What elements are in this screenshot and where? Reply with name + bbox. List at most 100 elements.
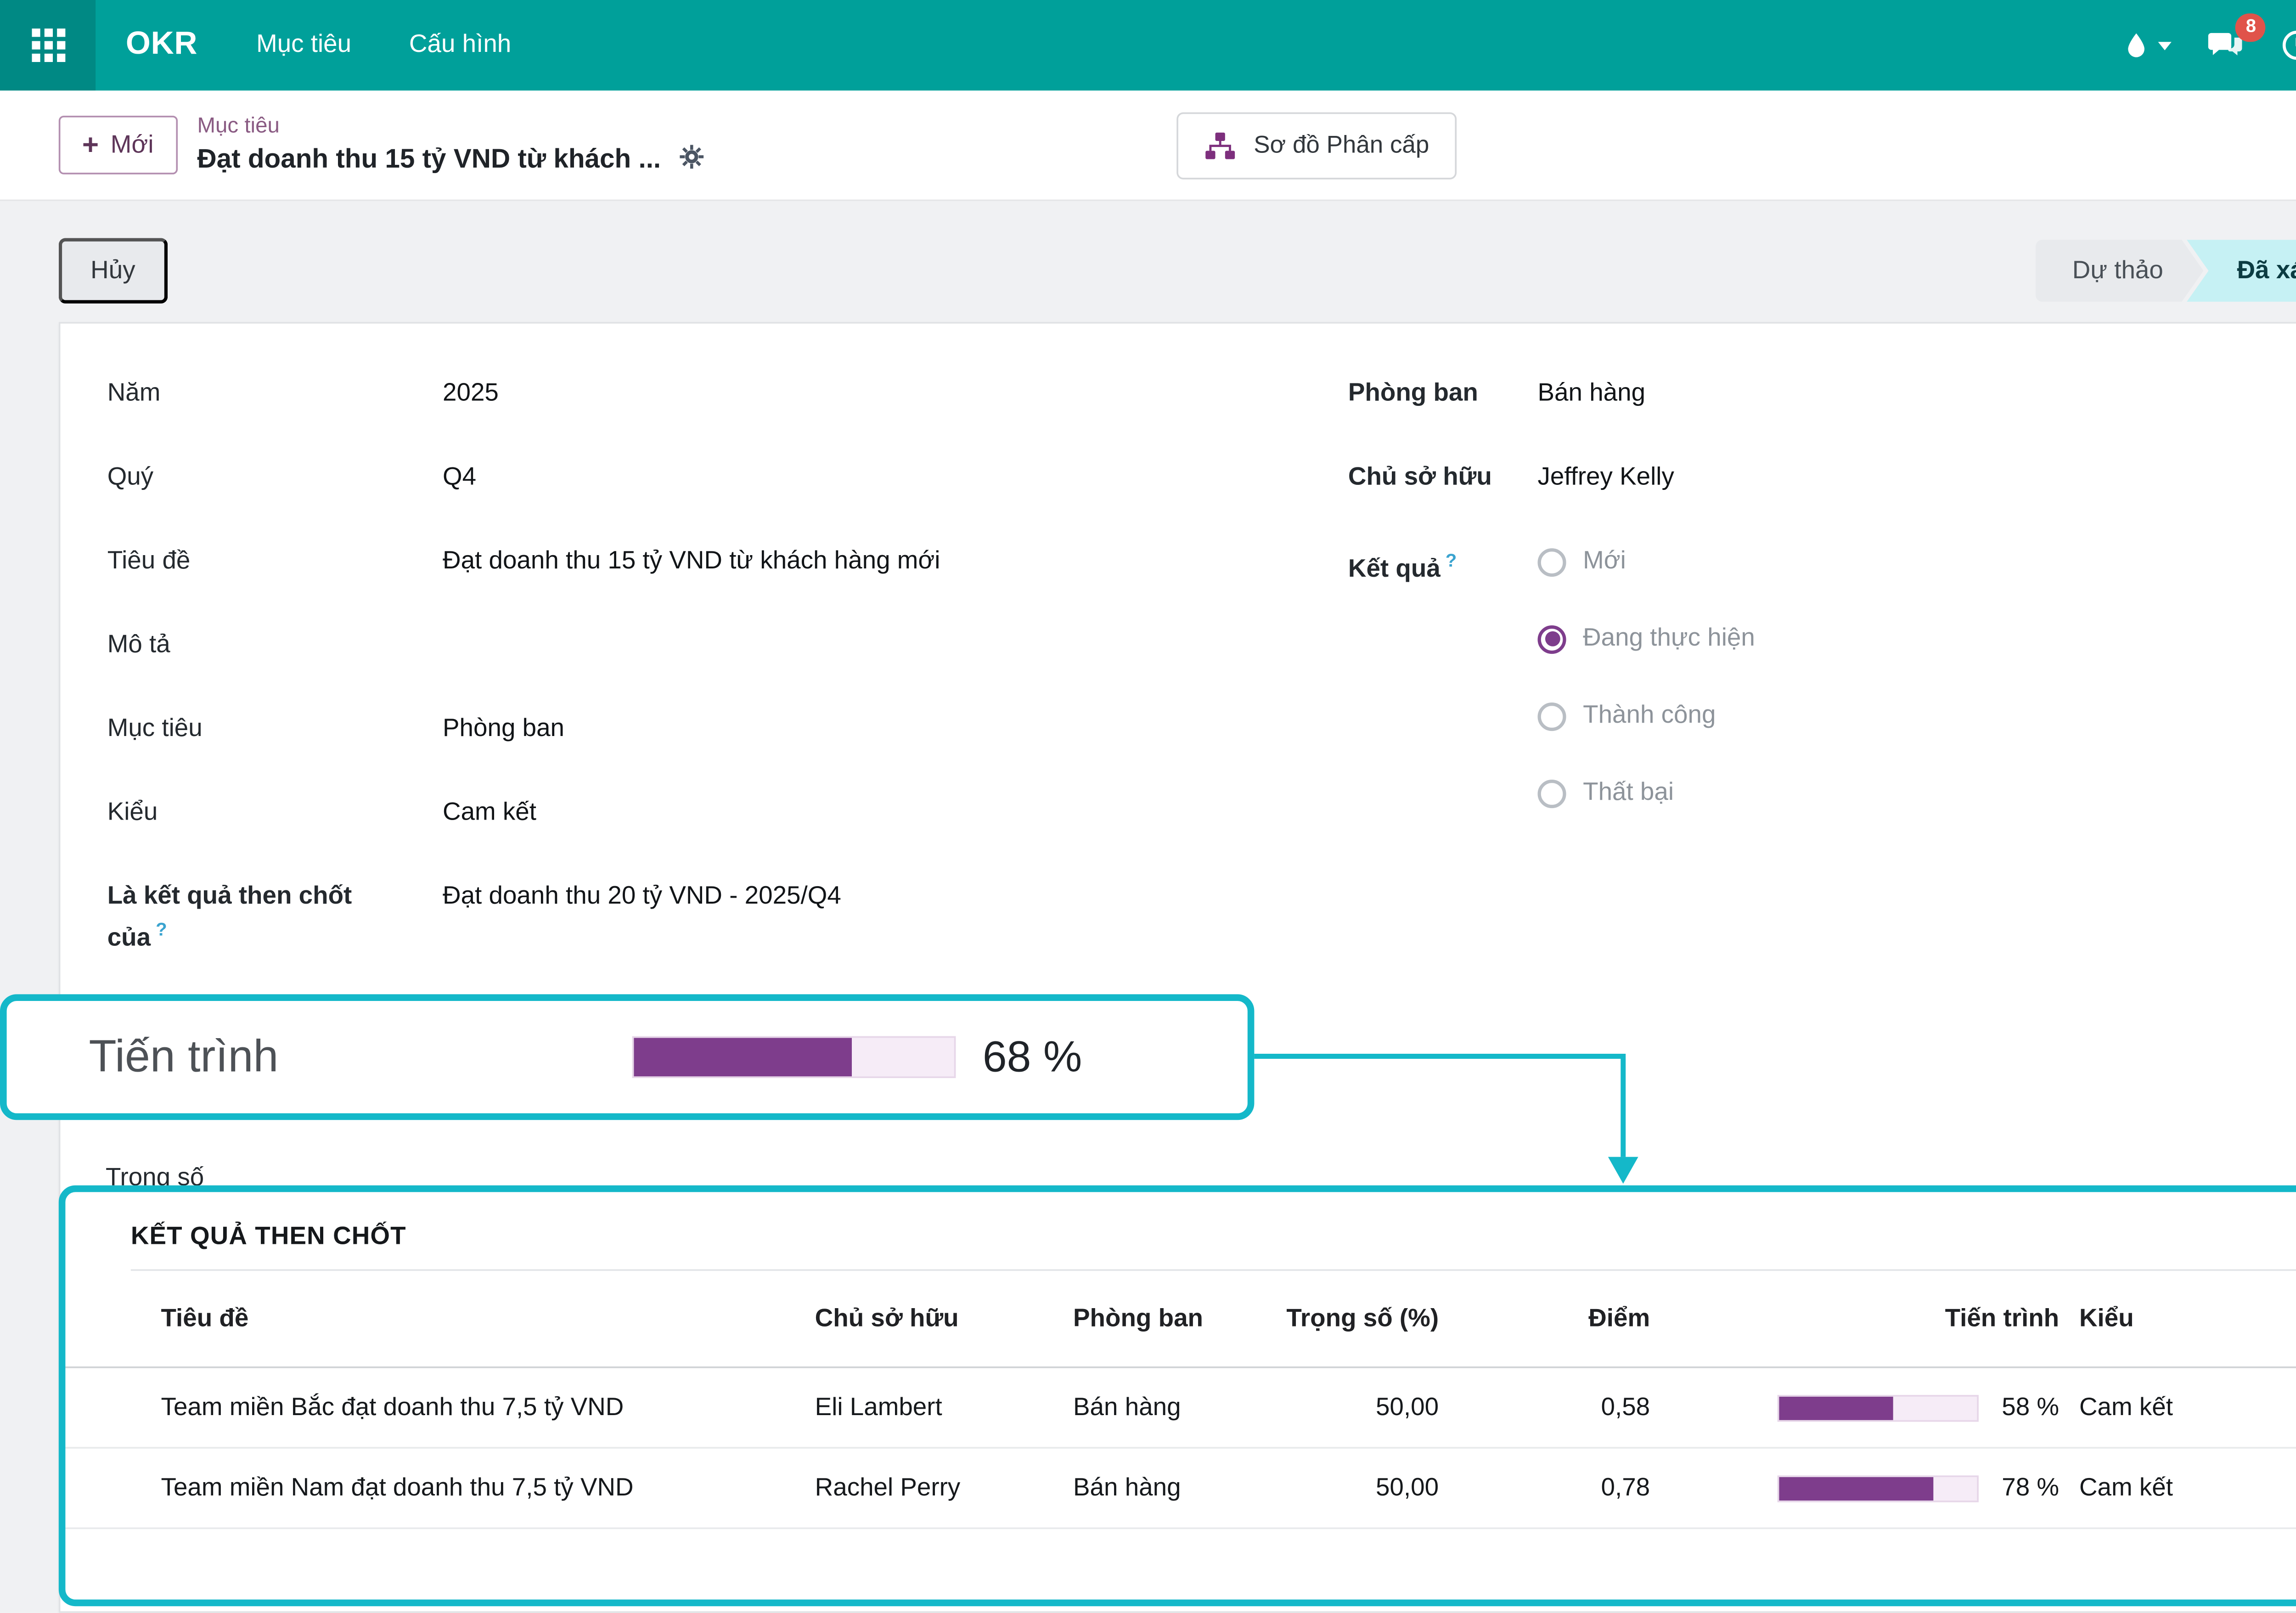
key-results-header: KẾT QUẢ THEN CHỐT [131,1222,2296,1271]
cell-progress: 58 % [1650,1393,2059,1422]
radio-circle[interactable] [1538,702,1566,730]
progress-highlight-box: Tiến trình 68 % [0,994,1254,1120]
field-chu-so-huu: Chủ sở hữu Jeffrey Kelly [1348,461,2296,495]
app-window: OKR Mục tiêu Cấu hình 8 [0,0,2296,1613]
field-label: Quý [107,461,443,495]
table-header-row: Tiêu đề Chủ sở hữu Phòng ban Trọng số (%… [65,1271,2296,1368]
field-nam: Năm 2025 [107,377,1348,411]
col-header-tieu-de: Tiêu đề [161,1304,815,1333]
row-progress-bar [1777,1475,1978,1501]
message-count-badge: 8 [2236,13,2266,42]
cancel-button[interactable]: Hủy [59,238,167,303]
cell-weight: 50,00 [1271,1393,1439,1422]
messages-button[interactable]: 8 [2206,27,2246,63]
field-label: Kết quả? [1348,545,1538,854]
menu-muc-tieu[interactable]: Mục tiêu [231,0,377,90]
progress-field-label: Tiến trình [89,1031,632,1083]
help-icon[interactable]: ? [156,921,167,941]
cell-title: Team miền Nam đạt doanh thu 7,5 tỷ VND [161,1474,815,1502]
radio-option-thanh-cong[interactable]: Thành công [1538,699,1755,733]
cell-owner: Rachel Perry [815,1474,1073,1502]
breadcrumb-parent-link[interactable]: Mục tiêu [197,112,706,137]
table-row[interactable]: Team miền Nam đạt doanh thu 7,5 tỷ VND R… [65,1449,2296,1529]
cell-owner: Eli Lambert [815,1393,1073,1422]
row-progress-bar-fill [1779,1396,1894,1419]
activities-button[interactable] [2279,27,2296,63]
plus-icon: + [82,133,99,157]
col-header-diem: Điểm [1439,1304,1650,1333]
col-header-chu-so-huu: Chủ sở hữu [815,1304,1073,1333]
table-row[interactable]: Team miền Bắc đạt doanh thu 7,5 tỷ VND E… [65,1368,2296,1449]
row-progress-percent: 78 % [2002,1474,2059,1502]
radio-option-dang-thuc-hien[interactable]: Đang thực hiện [1538,622,1755,656]
cell-title: Team miền Bắc đạt doanh thu 7,5 tỷ VND [161,1393,815,1422]
cell-department: Bán hàng [1073,1474,1271,1502]
caret-down-icon [2159,41,2172,49]
field-label: Năm [107,377,443,411]
progress-percent: 68 % [983,1031,1082,1083]
droplet-icon [2122,28,2152,62]
breadcrumb: Mục tiêu Đạt doanh thu 15 tỷ VND từ khác… [197,112,706,179]
field-tieu-de: Tiêu đề Đạt doanh thu 15 tỷ VND từ khách… [107,545,1348,579]
stage-du-thao[interactable]: Dự thảo [2035,240,2203,302]
field-label: Mục tiêu [107,713,443,746]
radio-option-moi[interactable]: Mới [1538,545,1755,579]
control-panel: + Mới Mục tiêu Đạt doanh thu 15 tỷ VND t… [0,90,2296,201]
col-header-tien-trinh: Tiến trình [1650,1304,2059,1333]
field-value[interactable]: Jeffrey Kelly [1538,461,1674,495]
col-header-trong-so: Trọng số (%) [1271,1304,1439,1333]
radio-option-that-bai[interactable]: Thất bại [1538,776,1755,810]
cell-score: 0,78 [1439,1474,1650,1502]
new-button[interactable]: + Mới [59,116,177,174]
cell-department: Bán hàng [1073,1393,1271,1422]
apps-menu-button[interactable] [0,0,96,90]
radio-circle[interactable] [1538,779,1566,807]
field-phong-ban: Phòng ban Bán hàng [1348,377,2296,411]
cell-weight: 50,00 [1271,1474,1439,1502]
help-icon[interactable]: ? [1446,551,1457,572]
cell-progress: 78 % [1650,1474,2059,1502]
field-kieu: Kiểu Cam kết [107,797,1348,830]
row-progress-percent: 58 % [2002,1393,2059,1422]
clock-icon [2279,27,2296,63]
hierarchy-icon [1204,128,1237,162]
form-left-column: Năm 2025 Quý Q4 Tiêu đề Đạt doanh thu 15… [107,377,1348,1006]
form-right-column: Phòng ban Bán hàng Chủ sở hữu Jeffrey Ke… [1348,377,2296,1006]
field-value[interactable]: Cam kết [443,797,536,830]
field-label: Mô tả [107,629,443,662]
cell-kind: Cam kết [2059,1393,2296,1422]
hierarchy-button[interactable]: Sơ đồ Phân cấp [1176,112,1456,179]
progress-bar [632,1036,956,1078]
cell-kind: Cam kết [2059,1474,2296,1502]
field-value[interactable]: Q4 [443,461,476,495]
field-value[interactable]: Đạt doanh thu 20 tỷ VND - 2025/Q4 [443,880,841,955]
row-progress-bar [1777,1394,1978,1421]
field-label: Phòng ban [1348,377,1538,411]
field-label: Chủ sở hữu [1348,461,1538,495]
field-value[interactable]: 2025 [443,377,499,411]
field-value[interactable]: Đạt doanh thu 15 tỷ VND từ khách hàng mớ… [443,545,940,579]
field-label: Kiểu [107,797,443,830]
systray: 8 YourCompany [2122,17,2296,74]
field-quy: Quý Q4 [107,461,1348,495]
row-progress-bar-fill [1779,1476,1933,1500]
radio-circle[interactable] [1538,547,1566,576]
key-results-highlight-box: KẾT QUẢ THEN CHỐT Tiêu đề Chủ sở hữu Phò… [59,1186,2296,1607]
cell-score: 0,58 [1439,1393,1650,1422]
radio-circle-selected[interactable] [1538,624,1566,653]
field-value[interactable]: Bán hàng [1538,377,1646,411]
app-title[interactable]: OKR [126,27,197,63]
menu-cau-hinh[interactable]: Cấu hình [384,0,536,90]
progress-bar-fill [634,1038,851,1076]
field-ket-qua: Kết quả? Mới Đang thực hiện [1348,545,2296,854]
col-header-phong-ban: Phòng ban [1073,1304,1271,1333]
main-menu: Mục tiêu Cấu hình [231,0,536,90]
field-label: Tiêu đề [107,545,443,579]
field-value[interactable]: Phòng ban [443,713,564,746]
apps-grid-icon [31,28,65,62]
gear-icon[interactable] [678,142,706,179]
status-droplet-menu[interactable] [2122,28,2172,62]
result-radio-group: Mới Đang thực hiện Thành công [1538,545,1755,854]
col-header-kieu: Kiểu [2059,1304,2296,1333]
field-mo-ta: Mô tả [107,629,1348,662]
